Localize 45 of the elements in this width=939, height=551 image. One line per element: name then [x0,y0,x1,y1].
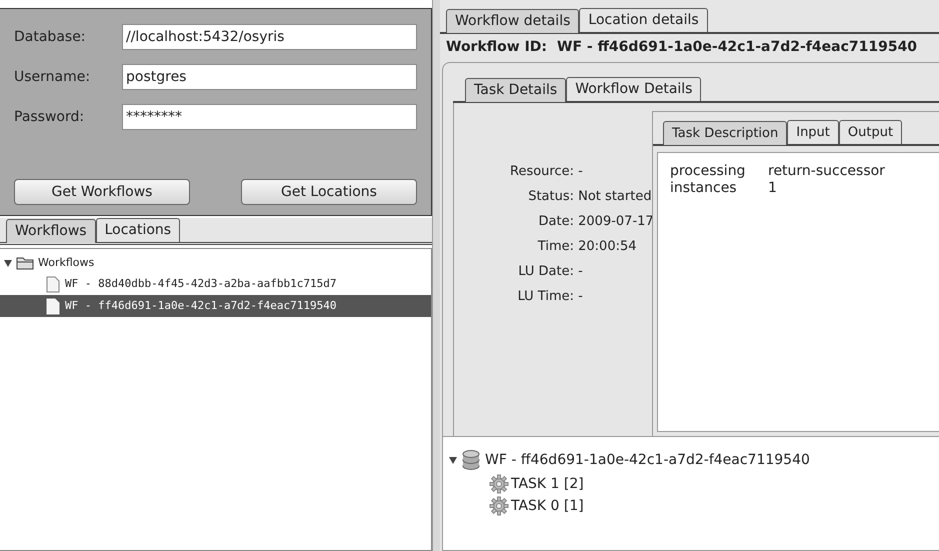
tab[interactable]: Output [838,120,902,144]
field-label: Database: [14,28,87,46]
tree-row[interactable]: WF - ff46d691-1a0e-42c1-a7d2-f4eac7119540 [0,295,431,317]
tab[interactable]: Workflow Details [566,77,702,101]
text-field[interactable]: //localhost:5432/osyris [122,24,417,50]
task-field: Resource: - [454,164,583,180]
task-field: LU Date: - [454,264,583,280]
tab[interactable]: Workflow details [446,9,580,33]
tree-item[interactable]: TASK 1 [2] [511,474,584,494]
tab[interactable]: Locations [96,218,180,242]
tree-item[interactable]: TASK 0 [1] [511,496,584,516]
tree-item[interactable]: Workflows [38,254,94,272]
tree-item[interactable]: WF - ff46d691-1a0e-42c1-a7d2-f4eac7119540 [485,450,810,470]
tree-item-label: WF - 88d40dbb-4f45-42d3-a2ba-aafbb1c715d7 [65,276,337,292]
text-field[interactable]: ******** [122,104,417,130]
gear-icon [489,496,509,516]
task-field: LU Time: - [454,288,583,304]
property-value: 1 [768,180,777,197]
task-field: Date: 2009-07-17 [454,214,654,230]
property-value: return-successor [768,163,885,180]
tab[interactable]: Task Description [663,121,788,145]
tab[interactable]: Location details [579,8,708,32]
expand-caret-icon[interactable] [449,456,457,464]
action-button[interactable]: Get Workflows [14,179,190,205]
database-icon [462,449,480,471]
task-field: Time: 20:00:54 [454,238,637,254]
task-field: Status: Not started [454,188,652,204]
tree-row[interactable]: WF - 88d40dbb-4f45-42d3-a2ba-aafbb1c715d7 [0,273,431,295]
tab[interactable]: Workflows [6,219,96,243]
property-name: instances [670,180,738,197]
property-name: processing [670,163,746,180]
document-icon [46,298,60,314]
field-label: Username: [14,68,92,86]
action-button[interactable]: Get Locations [241,179,417,205]
folder-icon [16,256,34,270]
field-label: Password: [14,108,86,126]
expand-caret-icon[interactable] [4,259,12,267]
tree-item-label: WF - ff46d691-1a0e-42c1-a7d2-f4eac7119540 [65,298,337,314]
text-field[interactable]: postgres [122,64,417,90]
gear-icon [489,474,509,494]
tab[interactable]: Task Details [465,78,566,102]
workflow-id-label: Workflow ID: [446,38,548,56]
document-icon [46,276,60,292]
workflow-id-value: WF - ff46d691-1a0e-42c1-a7d2-f4eac7119540 [557,38,918,56]
tab[interactable]: Input [787,120,839,144]
